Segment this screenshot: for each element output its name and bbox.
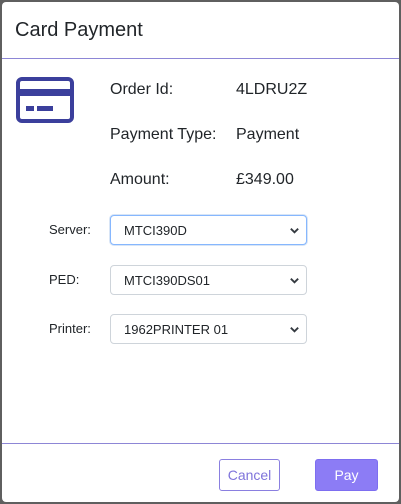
card-payment-dialog: Card Payment Order Id: 4LDRU2Z Payment T… <box>2 2 399 502</box>
printer-label: Printer: <box>49 321 91 336</box>
chevron-down-icon <box>290 228 299 234</box>
printer-select-value: 1962PRINTER 01 <box>124 321 229 337</box>
payment-type-value: Payment <box>236 126 300 143</box>
chevron-down-icon <box>290 278 299 284</box>
server-select-value: MTCI390D <box>124 222 187 238</box>
printer-select[interactable]: 1962PRINTER 01 <box>110 314 307 344</box>
dialog-header: Card Payment <box>2 2 399 59</box>
server-select[interactable]: MTCI390D <box>110 215 307 245</box>
amount-value: £349.00 <box>236 171 294 188</box>
dialog-title: Card Payment <box>15 18 143 41</box>
amount-label: Amount: <box>110 171 170 188</box>
server-label: Server: <box>49 222 91 237</box>
pay-button[interactable]: Pay <box>315 459 378 491</box>
cancel-button[interactable]: Cancel <box>219 459 280 491</box>
payment-type-label: Payment Type: <box>110 126 217 143</box>
chevron-down-icon <box>290 327 299 333</box>
ped-select[interactable]: MTCI390DS01 <box>110 265 307 295</box>
dialog-footer: Cancel Pay <box>2 443 399 502</box>
ped-select-value: MTCI390DS01 <box>124 272 210 288</box>
credit-card-icon <box>16 77 74 123</box>
order-id-label: Order Id: <box>110 81 174 98</box>
order-id-value: 4LDRU2Z <box>236 81 308 98</box>
ped-label: PED: <box>49 272 80 287</box>
